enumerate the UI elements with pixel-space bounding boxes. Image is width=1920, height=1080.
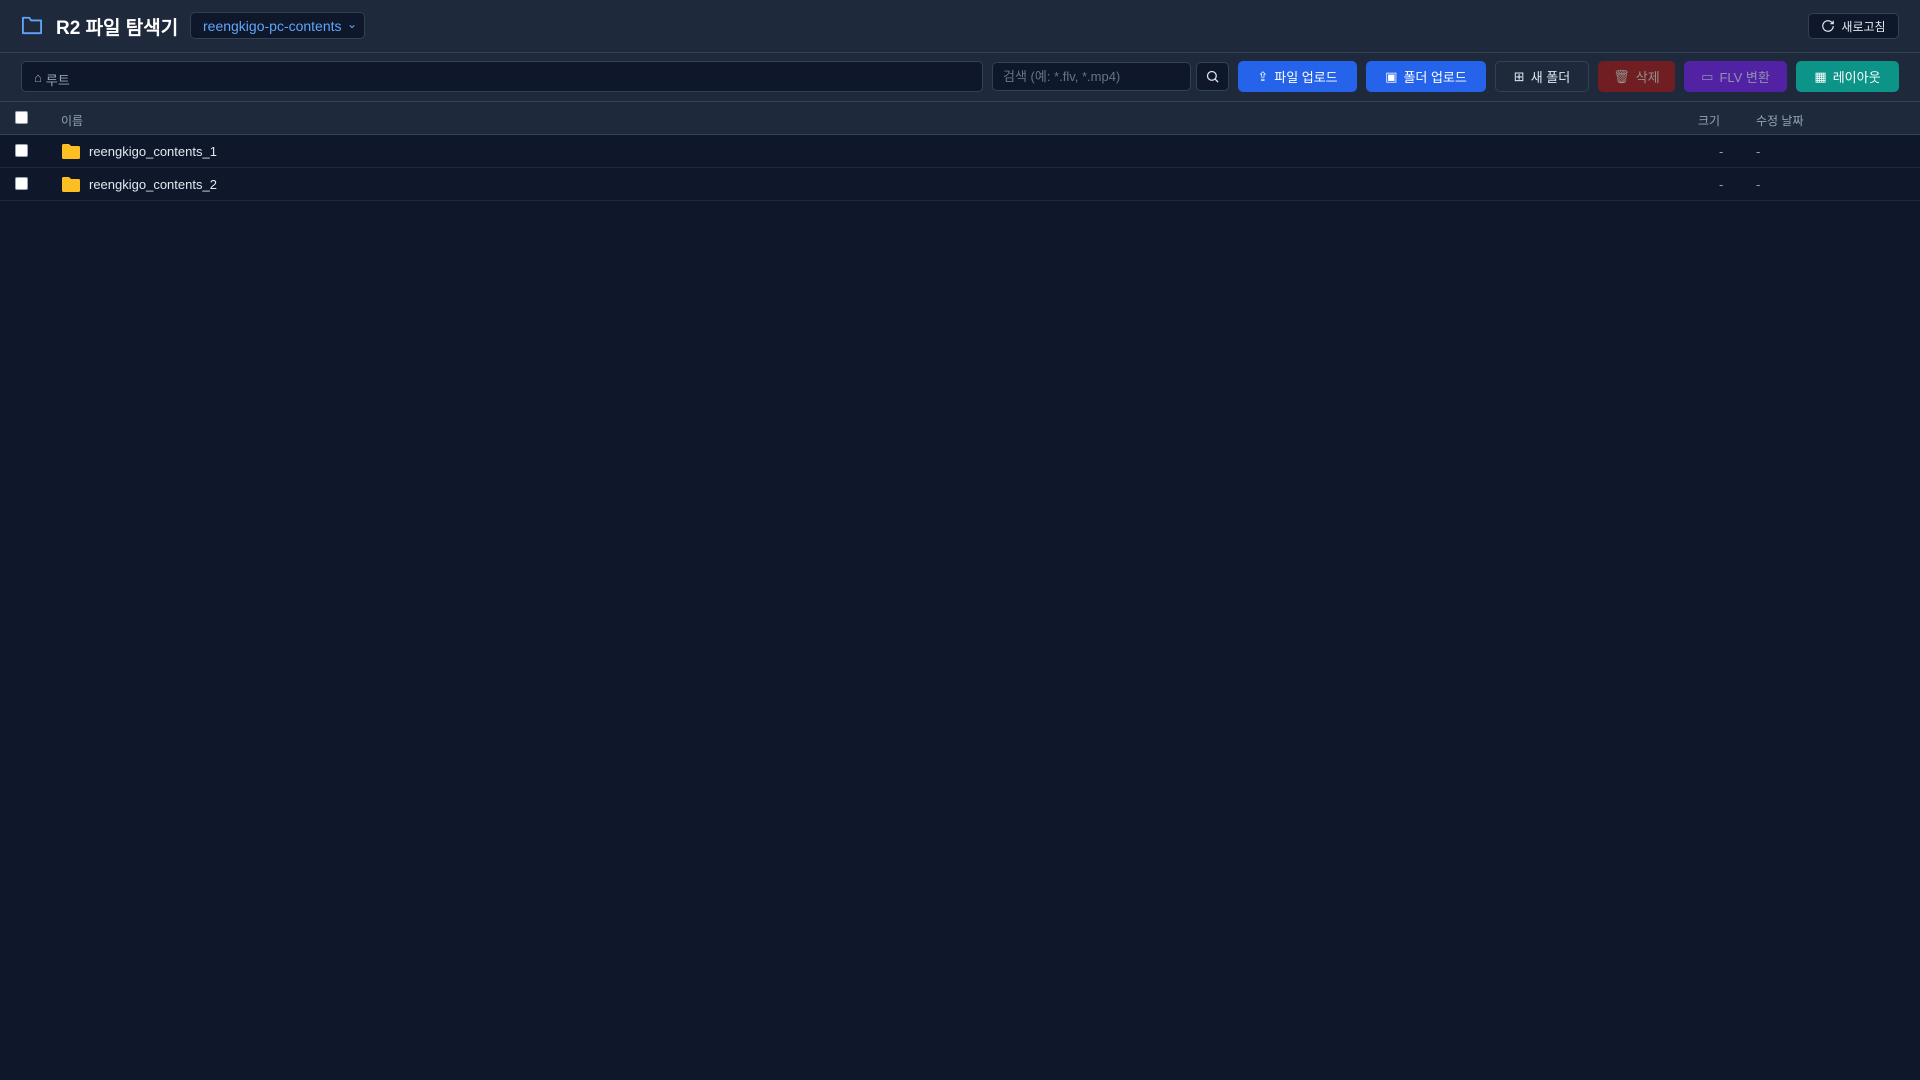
- chevron-down-icon: ⌄: [346, 17, 357, 31]
- flv-convert-button[interactable]: ▭ FLV 변환: [1684, 61, 1787, 92]
- app-header: R2 파일 탐색기 reengkigo-pc-contents ⌄ 새로고침: [0, 0, 1920, 53]
- search-icon: [1206, 70, 1219, 83]
- breadcrumb[interactable]: ⌂ 루트: [21, 61, 983, 92]
- row-size: -: [1719, 177, 1724, 192]
- breadcrumb-root[interactable]: 루트: [46, 70, 70, 91]
- upload-folder-label: 폴더 업로드: [1403, 70, 1467, 85]
- column-modified[interactable]: 수정 날짜: [1756, 112, 1804, 129]
- folder-plus-icon: ⊞: [1513, 68, 1525, 84]
- trash-icon: 🗑: [1613, 68, 1630, 84]
- table-header: 이름 크기 수정 날짜: [0, 102, 1920, 135]
- refresh-icon: [1822, 20, 1835, 32]
- column-name[interactable]: 이름: [61, 112, 83, 129]
- folder-icon: [62, 177, 80, 192]
- folder-upload-icon: ▣: [1385, 68, 1398, 84]
- folder-icon: [21, 16, 42, 35]
- new-folder-label: 새 폴더: [1530, 70, 1571, 85]
- upload-folder-button[interactable]: ▣ 폴더 업로드: [1366, 61, 1486, 92]
- row-checkbox[interactable]: [15, 177, 28, 190]
- row-modified: -: [1756, 177, 1761, 192]
- select-all-checkbox[interactable]: [15, 111, 28, 124]
- delete-label: 삭제: [1635, 70, 1660, 85]
- table-row[interactable]: reengkigo_contents_1 - -: [0, 135, 1920, 168]
- row-size: -: [1719, 144, 1724, 159]
- upload-file-button[interactable]: ⇪ 파일 업로드: [1238, 61, 1357, 92]
- row-name[interactable]: reengkigo_contents_1: [89, 144, 217, 159]
- column-size[interactable]: 크기: [1698, 112, 1720, 129]
- grid-icon: ▦: [1814, 68, 1827, 84]
- refresh-button[interactable]: 새로고침: [1808, 13, 1899, 39]
- video-icon: ▭: [1701, 68, 1714, 84]
- layout-button[interactable]: ▦ 레이아웃: [1796, 61, 1899, 92]
- refresh-label: 새로고침: [1841, 19, 1886, 34]
- search-button[interactable]: [1196, 62, 1229, 91]
- upload-file-label: 파일 업로드: [1274, 70, 1338, 85]
- app-title: R2 파일 탐색기: [56, 18, 179, 39]
- bucket-value: reengkigo-pc-contents: [203, 18, 342, 34]
- flv-convert-label: FLV 변환: [1719, 70, 1770, 85]
- new-folder-button[interactable]: ⊞ 새 폴더: [1495, 61, 1589, 92]
- row-modified: -: [1756, 144, 1761, 159]
- table-row[interactable]: reengkigo_contents_2 - -: [0, 168, 1920, 201]
- layout-label: 레이아웃: [1832, 70, 1881, 85]
- upload-icon: ⇪: [1257, 68, 1269, 84]
- folder-icon: [62, 144, 80, 159]
- toolbar: ⌂ 루트 ⇪ 파일 업로드 ▣ 폴더 업로드 ⊞ 새 폴더 🗑 삭제 ▭ FLV 변환 ▦…: [0, 53, 1920, 102]
- home-icon: ⌂: [34, 70, 42, 85]
- row-checkbox[interactable]: [15, 144, 28, 157]
- search-input[interactable]: [992, 62, 1191, 91]
- bucket-select[interactable]: reengkigo-pc-contents ⌄: [190, 12, 365, 39]
- row-name[interactable]: reengkigo_contents_2: [89, 177, 217, 192]
- delete-button[interactable]: 🗑 삭제: [1598, 61, 1675, 92]
